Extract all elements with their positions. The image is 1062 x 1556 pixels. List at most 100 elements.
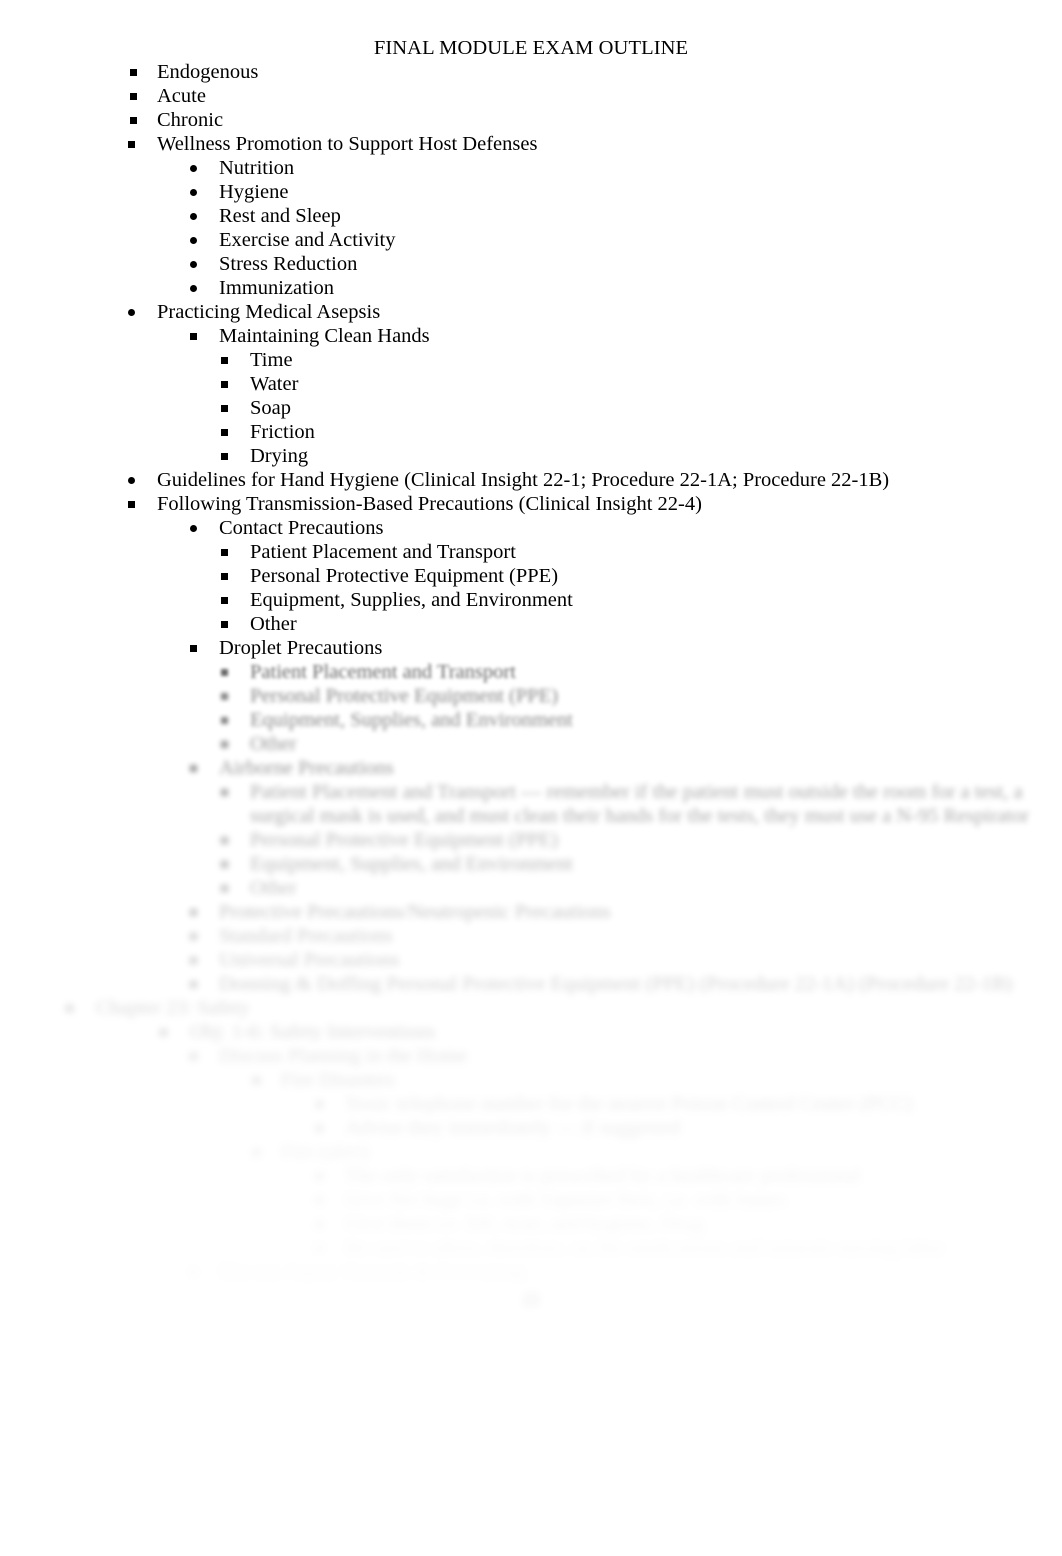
outline-item-label: Immunization xyxy=(219,277,335,299)
bullet-square-icon xyxy=(190,636,197,643)
outline-item: Personal Protective Equipment (PPE) xyxy=(0,684,1062,708)
bullet-square-icon xyxy=(221,348,228,355)
outline-item: Other xyxy=(0,876,1062,900)
bullet-dot-icon xyxy=(190,516,197,523)
outline-item: Personal Protective Equipment (PPE) xyxy=(0,828,1062,852)
outline-item: Water xyxy=(0,372,1062,396)
bottom-mask xyxy=(0,1330,1062,1556)
outline-item-label: Patient Placement and Transport xyxy=(250,541,516,563)
outline-item-label: Personal Protective Equipment (PPE) xyxy=(250,565,559,587)
outline-item-label: Chapter 23: Safety xyxy=(96,997,250,1019)
outline-item-label: The only satisfaction is prescribed by a… xyxy=(345,1165,861,1187)
outline-item-label: Donning & Doffing Personal Protective Eq… xyxy=(219,973,1013,995)
bullet-dot-icon xyxy=(128,468,135,475)
page-number: 22 xyxy=(522,1289,540,1309)
outline-item: Chapter 23: Safety xyxy=(0,996,1062,1020)
bullet-square-icon xyxy=(221,684,228,691)
outline-item-label: Fire (alert) xyxy=(281,1141,370,1163)
outline-item: Practicing Medical Asepsis xyxy=(0,300,1062,324)
outline-list: Endogenous Acute Chronic Wellness Promotion… xyxy=(0,60,1062,1284)
outline-item-label: Airborne Precautions xyxy=(219,757,394,779)
outline-item: Stress Reduction xyxy=(0,252,1062,276)
outline-item-label: Be sure to allow, therefore, on the medi… xyxy=(345,1237,946,1259)
outline-item: Airborne Precautions xyxy=(0,756,1062,780)
outline-item-label: Personal Protective Equipment (PPE) xyxy=(250,829,559,851)
outline-item-label: Drying xyxy=(250,445,309,467)
outline-item: Other xyxy=(0,732,1062,756)
outline-item: Chronic xyxy=(0,108,1062,132)
outline-item: Patient Placement and Transport xyxy=(0,540,1062,564)
bullet-square-icon xyxy=(190,948,197,955)
outline-item-label: Chronic xyxy=(157,109,224,131)
bullet-square-icon xyxy=(253,1068,260,1075)
outline-item: Immunization xyxy=(0,276,1062,300)
outline-item-label: Contact Precautions xyxy=(219,517,384,539)
bullet-square-icon xyxy=(160,1020,167,1027)
outline-item: Friction xyxy=(0,420,1062,444)
outline-item-label: Discuss Planning in the Home xyxy=(219,1045,468,1067)
bullet-dot-icon xyxy=(190,180,197,187)
outline-item: Fire (alert) xyxy=(0,1140,1062,1164)
outline-item: Discuss Planning in the Home xyxy=(0,1044,1062,1068)
bullet-square-icon xyxy=(253,1140,260,1147)
outline-item: Guidelines for Hand Hygiene (Clinical In… xyxy=(0,468,1062,492)
outline-item: Patient Placement and Transport — rememb… xyxy=(0,780,1062,828)
outline-item-label: Water xyxy=(250,373,299,395)
bullet-square-icon xyxy=(221,396,228,403)
outline-item-label: Friction xyxy=(250,421,315,443)
page-title: FINAL MODULE EXAM OUTLINE xyxy=(373,37,689,59)
bullet-square-icon xyxy=(221,612,228,619)
bullet-square-icon xyxy=(221,420,228,427)
bullet-square-icon xyxy=(190,756,197,763)
outline-item: Equipment, Supplies, and Environment xyxy=(0,708,1062,732)
bullet-square-icon xyxy=(190,324,197,331)
bullet-dot-icon xyxy=(190,204,197,211)
outline-item-label: Advise they immediately — if suggested xyxy=(345,1117,681,1139)
bullet-square-icon xyxy=(316,1116,323,1123)
outline-item-label: Standard Precautions xyxy=(219,925,393,947)
bullet-dot-icon xyxy=(190,252,197,259)
outline-item: Other xyxy=(0,612,1062,636)
bullet-square-icon xyxy=(190,900,197,907)
outline-item-label: Practicing Medical Asepsis xyxy=(157,301,381,323)
bullet-square-icon xyxy=(130,60,137,67)
outline-item: The only satisfaction is prescribed by a… xyxy=(0,1164,1062,1188)
outline-item-label: Other xyxy=(250,877,297,899)
outline-item-label: Patient Placement and Transport xyxy=(250,661,516,683)
outline-item-label: Personal Protective Equipment (PPE) xyxy=(250,685,559,707)
outline-item: Rest and Sleep xyxy=(0,204,1062,228)
outline-item-label: Equipment, Supplies, and Environment xyxy=(250,589,573,611)
outline-item: Endogenous xyxy=(0,60,1062,84)
bullet-square-icon xyxy=(221,660,228,667)
outline-item: Discuss Injury Hazards & Preventing xyxy=(0,1260,1062,1284)
bullet-square-icon xyxy=(221,588,228,595)
outline-item-label: Wellness Promotion to Support Host Defen… xyxy=(157,133,538,155)
outline-item: Fire Disasters xyxy=(0,1068,1062,1092)
outline-item: Equipment, Supplies, and Environment xyxy=(0,588,1062,612)
outline-item-label: Equipment, Supplies, and Environment xyxy=(250,853,573,875)
outline-item-label: Rest and Sleep xyxy=(219,205,341,227)
outline-item: Following Transmission-Based Precautions… xyxy=(0,492,1062,516)
bullet-square-icon xyxy=(316,1092,323,1099)
outline-item-label: Acute xyxy=(157,85,206,107)
outline-item-label: Stress Reduction xyxy=(219,253,358,275)
outline-item-label: Maintaining Clean Hands xyxy=(219,325,430,347)
bullet-dot-icon xyxy=(190,228,197,235)
outline-item: Donning & Doffing Personal Protective Eq… xyxy=(0,972,1062,996)
outline-item-label: Hygiene xyxy=(219,181,289,203)
bullet-square-icon xyxy=(316,1188,323,1195)
outline-item: Droplet Precautions xyxy=(0,636,1062,660)
bullet-square-icon xyxy=(190,1260,197,1267)
bullet-square-icon xyxy=(221,708,228,715)
outline-item: Be sure to allow, therefore, on the medi… xyxy=(0,1236,1062,1260)
outline-item-label: Following Transmission-Based Precautions… xyxy=(157,493,702,515)
bullet-square-icon xyxy=(128,492,135,499)
bullet-square-icon xyxy=(221,372,228,379)
outline-item-label: Exercise and Activity xyxy=(219,229,396,251)
outline-item: Exercise and Activity xyxy=(0,228,1062,252)
outline-item-label: Soap xyxy=(250,397,291,419)
outline-item: Standard Precautions xyxy=(0,924,1062,948)
outline-item: Maintaining Clean Hands xyxy=(0,324,1062,348)
outline-item: Patient Placement and Transport xyxy=(0,660,1062,684)
bullet-square-icon xyxy=(316,1212,323,1219)
